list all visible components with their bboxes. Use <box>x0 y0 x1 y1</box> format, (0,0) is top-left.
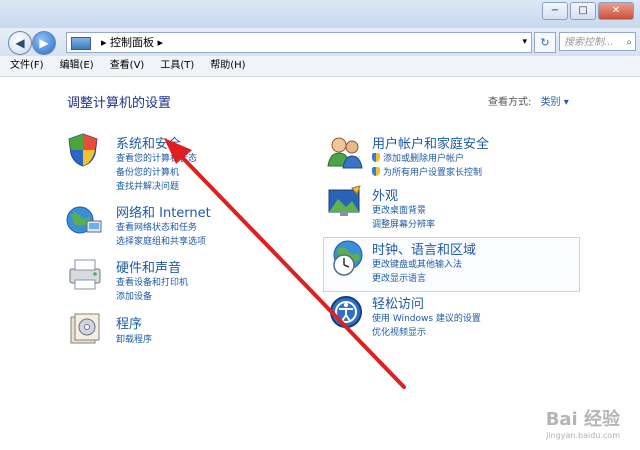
annotation-arrow <box>164 138 406 389</box>
control-panel-window: − □ ✕ ◀ ▶ ▸ 控制面板 ▸ ▾ ↻ 搜索控制... ⌕ 文件(F) 编辑… <box>0 0 640 450</box>
